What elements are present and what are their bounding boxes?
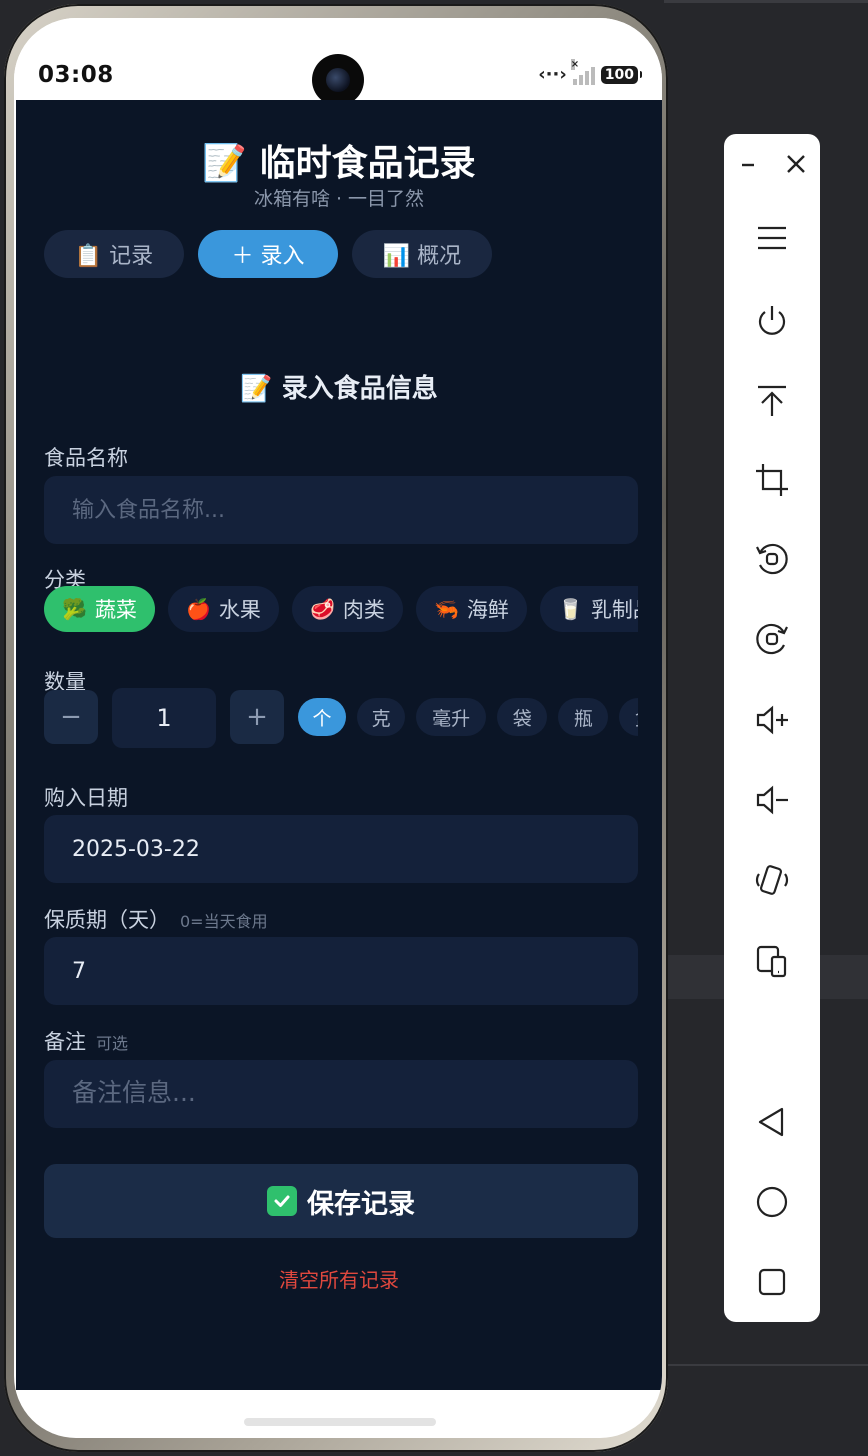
- status-time: 03:08: [38, 62, 114, 88]
- unit-piece[interactable]: 个: [298, 698, 346, 736]
- shelf-life-label-text: 保质期（天）: [44, 908, 170, 932]
- unit-box[interactable]: 盒: [619, 698, 638, 736]
- home-icon[interactable]: [724, 1172, 820, 1232]
- unit-bottle[interactable]: 瓶: [558, 698, 609, 736]
- category-chip-dairy[interactable]: 🥛 乳制品: [540, 586, 638, 632]
- category-chip-meat[interactable]: 🥩 肉类: [292, 586, 403, 632]
- emulator-toolbar: [724, 134, 820, 1322]
- chip-label: 海鲜: [466, 598, 509, 622]
- front-camera: [312, 54, 364, 106]
- food-name-input[interactable]: [44, 476, 638, 544]
- crop-icon[interactable]: [724, 450, 820, 510]
- unit-gram[interactable]: 克: [357, 698, 406, 736]
- section-title: 📝 录入食品信息: [240, 374, 438, 404]
- note-input[interactable]: [44, 1060, 638, 1128]
- milk-icon: 🥛: [558, 597, 583, 621]
- check-icon: [267, 1186, 297, 1216]
- meat-icon: 🥩: [310, 597, 335, 621]
- back-icon[interactable]: [724, 1092, 820, 1152]
- battery-icon: 100: [600, 65, 643, 84]
- shelf-life-label: 保质期（天） 0=当天食用: [44, 904, 268, 934]
- background-divider: [668, 1364, 868, 1366]
- tab-records[interactable]: 📋 记录: [44, 230, 184, 278]
- save-button[interactable]: 保存记录: [44, 1164, 638, 1238]
- volume-down-icon[interactable]: [724, 770, 820, 830]
- category-chip-vegetable[interactable]: 🥦 蔬菜: [44, 586, 155, 632]
- app-screen: 📝 临时食品记录 冰箱有啥 · 一目了然 📋 记录 ＋ 录入 📊 概况 📝 录入…: [16, 100, 662, 1390]
- status-icons: ‹··› × 100: [538, 58, 643, 85]
- tab-overview[interactable]: 📊 概况: [352, 230, 492, 278]
- code-arrows-icon: ‹··›: [538, 64, 567, 85]
- name-label: 食品名称: [44, 446, 128, 470]
- quantity-stepper: − 1 + 个 克 毫升 袋 瓶 盒: [44, 688, 638, 748]
- shelf-life-input[interactable]: [44, 937, 638, 1005]
- tab-bar: 📋 记录 ＋ 录入 📊 概况: [44, 230, 492, 278]
- chip-label: 乳制品: [590, 598, 638, 622]
- page-title: 📝 临时食品记录: [202, 143, 476, 184]
- status-bar: 03:08 ‹··› × 100: [14, 18, 662, 106]
- rotate-right-icon[interactable]: [724, 609, 820, 669]
- tab-add[interactable]: ＋ 录入: [198, 230, 338, 278]
- recents-icon[interactable]: [724, 1252, 820, 1312]
- unit-milliliter[interactable]: 毫升: [416, 698, 487, 736]
- signal-icon: ×: [570, 58, 595, 85]
- note-label: 备注 可选: [44, 1026, 128, 1056]
- shrimp-icon: 🦐: [434, 597, 459, 621]
- unit-options: 个 克 毫升 袋 瓶 盒: [298, 698, 638, 738]
- to-top-icon[interactable]: [724, 371, 820, 431]
- close-icon[interactable]: [772, 134, 820, 194]
- apple-icon: 🍎: [186, 597, 211, 621]
- rotate-left-icon[interactable]: [724, 529, 820, 589]
- unit-bag[interactable]: 袋: [497, 698, 548, 736]
- page-subtitle: 冰箱有啥 · 一目了然: [253, 188, 425, 210]
- purchase-date-label: 购入日期: [44, 786, 128, 810]
- chip-label: 肉类: [342, 598, 385, 622]
- clear-all-link[interactable]: 清空所有记录: [16, 1264, 662, 1293]
- shelf-life-hint: 0=当天食用: [180, 912, 268, 931]
- category-chip-fruit[interactable]: 🍎 水果: [168, 586, 279, 632]
- home-indicator[interactable]: [244, 1418, 436, 1426]
- chip-label: 蔬菜: [94, 598, 137, 622]
- quantity-minus-button[interactable]: −: [44, 690, 98, 744]
- phone-frame: 03:08 ‹··› × 100 📝 临时食品记录 冰箱有啥 · 一目了然 📋 …: [4, 4, 668, 1452]
- save-button-label: 保存记录: [307, 1188, 415, 1220]
- minimize-icon[interactable]: [724, 134, 772, 194]
- background-edge: [664, 0, 868, 3]
- quantity-value[interactable]: 1: [112, 688, 216, 748]
- menu-icon[interactable]: [724, 208, 820, 268]
- volume-up-icon[interactable]: [724, 690, 820, 750]
- device-switch-icon[interactable]: [724, 930, 820, 990]
- note-label-text: 备注: [44, 1030, 86, 1054]
- phone-screen: 03:08 ‹··› × 100 📝 临时食品记录 冰箱有啥 · 一目了然 📋 …: [14, 18, 662, 1438]
- shake-icon[interactable]: [724, 850, 820, 910]
- quantity-plus-button[interactable]: +: [230, 690, 284, 744]
- broccoli-icon: 🥦: [62, 597, 87, 621]
- note-hint: 可选: [96, 1034, 129, 1053]
- category-chips: 🥦 蔬菜 🍎 水果 🥩 肉类 🦐 海鲜 🥛 乳制品: [44, 586, 638, 634]
- category-chip-seafood[interactable]: 🦐 海鲜: [416, 586, 527, 632]
- power-icon[interactable]: [724, 291, 820, 351]
- purchase-date-input[interactable]: [44, 815, 638, 883]
- chip-label: 水果: [218, 598, 261, 622]
